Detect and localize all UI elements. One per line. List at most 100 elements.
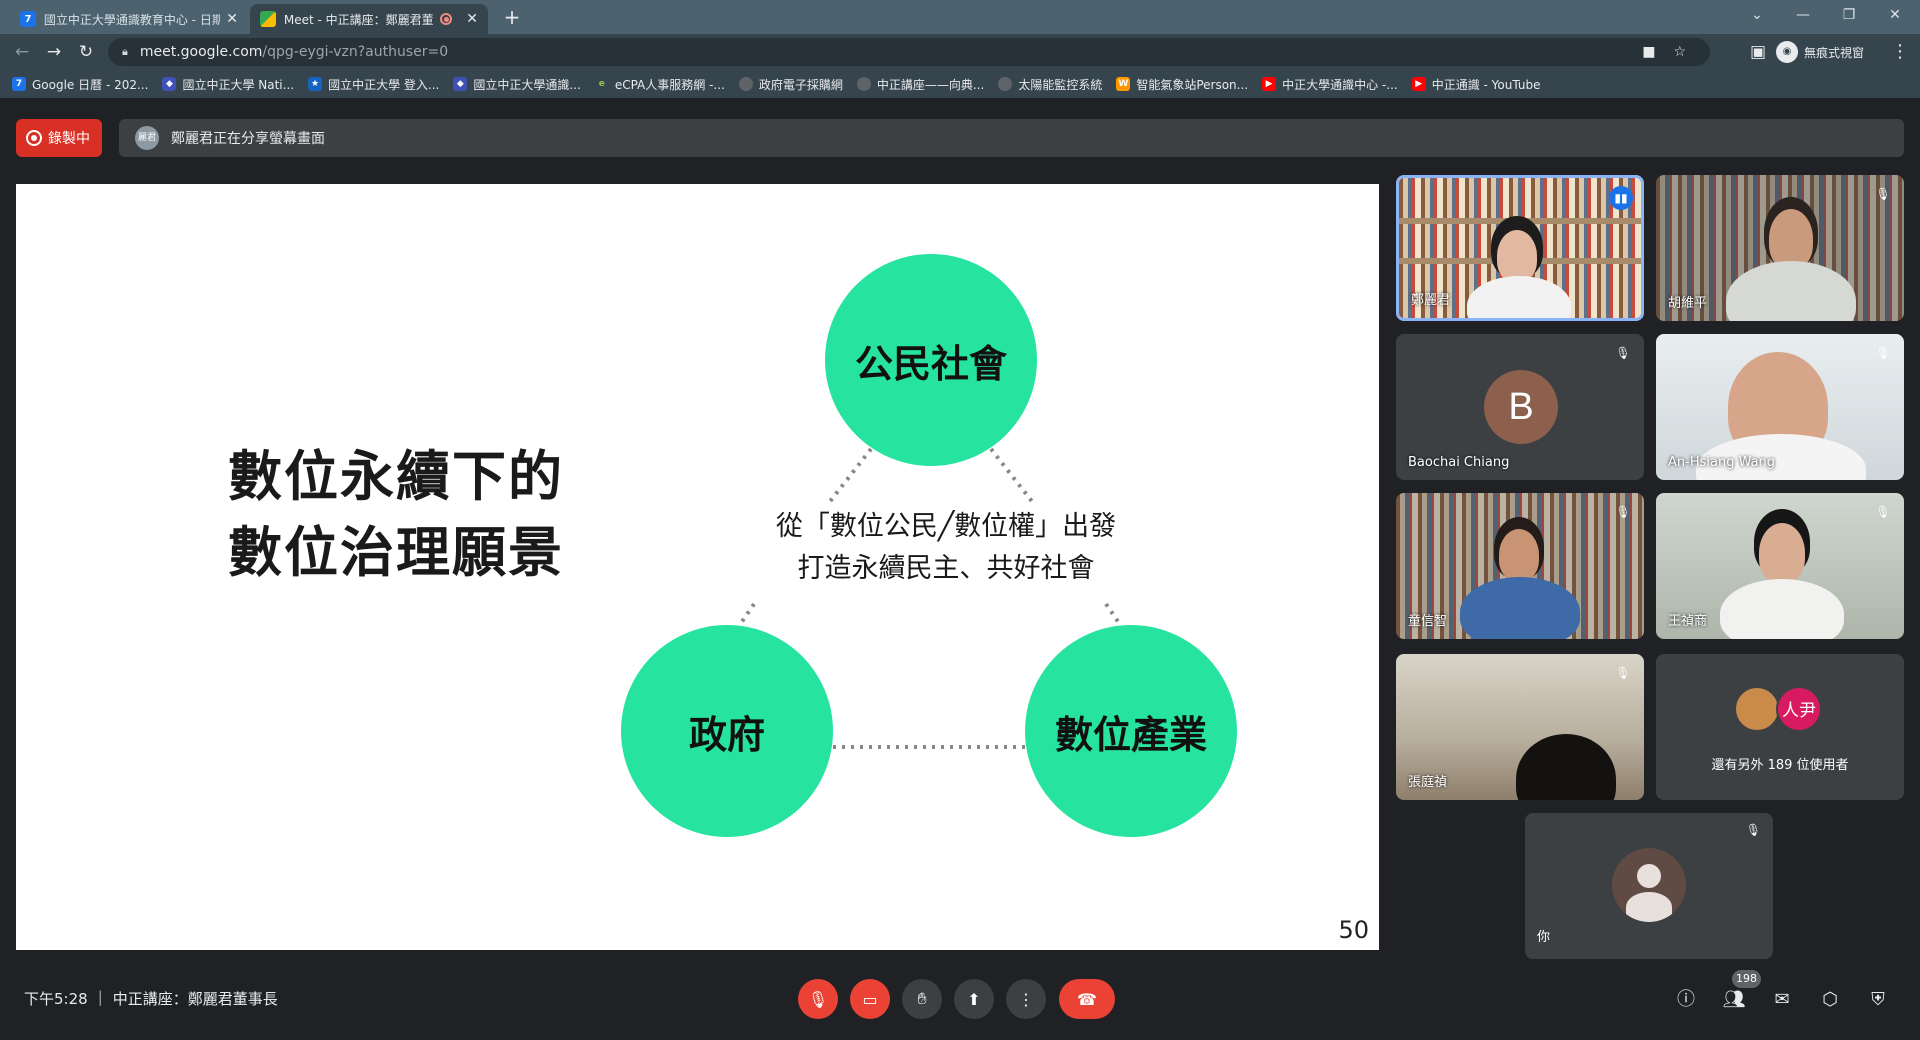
self-tile[interactable]: 🎙︎ 你 <box>1525 813 1773 959</box>
url-path: /qpg-eygi-vzn?authuser=0 <box>262 44 449 60</box>
hand-icon: ✋︎ <box>917 989 927 1008</box>
participant-name: 王禎商 <box>1668 614 1708 629</box>
present-icon: ⬆ <box>967 989 981 1009</box>
browser-menu-icon[interactable]: ⋮ <box>1886 38 1914 66</box>
participant-tile[interactable]: ▮▮ 鄭麗君 <box>1396 175 1644 321</box>
presenter-avatar: 麗君 <box>135 126 159 150</box>
close-icon[interactable]: ✕ <box>226 11 238 27</box>
circle-government: 政府 <box>621 625 833 837</box>
restore-button[interactable]: ❐ <box>1826 0 1872 34</box>
address-bar[interactable]: 🔒︎ meet.google.com/qpg-eygi-vzn?authuser… <box>108 38 1710 66</box>
chat-icon[interactable]: ✉︎ <box>1768 986 1796 1014</box>
participant-face <box>1497 230 1537 282</box>
bookmark-item[interactable]: ◆ 國立中正大學通識... <box>453 76 581 93</box>
globe-icon <box>856 77 871 91</box>
tab-title: 國立中正大學通識教育中心 - 日期 <box>43 12 221 27</box>
meet-icon <box>260 11 276 27</box>
record-icon <box>26 130 42 146</box>
recording-indicator-icon <box>440 13 453 25</box>
leave-call-button[interactable]: ☎︎ <box>1059 979 1115 1019</box>
meeting-title: 中正講座：鄭麗君董事長 <box>112 990 278 1008</box>
participant-avatar <box>1734 686 1780 732</box>
wu-logo-icon: W <box>1116 77 1131 91</box>
globe-icon <box>998 77 1013 91</box>
participant-tile[interactable]: 🎙︎ 王禎商 <box>1656 493 1904 639</box>
incognito-icon: ◉ <box>1776 41 1798 63</box>
participant-name: An-Hsiang Wang <box>1668 455 1776 470</box>
mic-off-icon: 🎙︎ <box>1875 187 1891 201</box>
participant-face <box>1499 529 1539 581</box>
bookmark-item[interactable]: ▶ 中正通識 - YouTube <box>1411 76 1540 93</box>
browser-tab-strip: 7 國立中正大學通識教育中心 - 日期 ✕ Meet - 中正講座：鄭麗君董 ✕… <box>0 0 1920 34</box>
presenting-banner: 麗君 鄭麗君正在分享螢幕畫面 <box>119 119 1904 157</box>
mic-off-icon: 🎙︎ <box>1615 346 1631 360</box>
participant-face <box>1759 523 1805 583</box>
back-button[interactable]: ← <box>8 38 36 66</box>
tab-meet[interactable]: Meet - 中正講座：鄭麗君董 ✕ <box>250 4 488 34</box>
slide-page-number: 50 <box>1338 916 1369 944</box>
bookmark-item[interactable]: W 智能氣象站Person... <box>1116 76 1248 93</box>
others-count-text: 還有另外 189 位使用者 <box>1711 758 1849 773</box>
participant-name: Baochai Chiang <box>1408 455 1510 470</box>
youtube-icon: ▶ <box>1411 77 1426 91</box>
youtube-icon: ▶ <box>1262 77 1277 91</box>
recording-button[interactable]: 錄製中 <box>16 119 102 157</box>
camera-toggle-button[interactable]: ▭ <box>850 979 890 1019</box>
people-count-badge: 198 <box>1732 970 1761 988</box>
bookmark-item[interactable]: ▶ 中正大學通識中心 -... <box>1262 76 1398 93</box>
incognito-profile[interactable]: ◉ 無痕式視窗 <box>1776 39 1864 65</box>
tab-search-icon[interactable]: ⌄ <box>1734 0 1780 34</box>
camera-off-icon: ▭ <box>862 989 878 1009</box>
bookmark-item[interactable]: 中正講座——向典... <box>856 76 984 93</box>
more-options-button[interactable]: ⋮ <box>1006 979 1046 1019</box>
participant-avatar: B <box>1484 370 1558 444</box>
star-icon[interactable]: ☆ <box>1673 44 1686 60</box>
present-screen-button[interactable]: ⬆ <box>954 979 994 1019</box>
presented-slide: 數位永續下的 數位治理願景 公民社會 政府 數位產業 從「數位公民╱數位權」出發… <box>16 184 1379 950</box>
microphone-toggle-button[interactable]: 🎙︎ <box>798 979 838 1019</box>
new-tab-button[interactable]: + <box>498 4 526 32</box>
bookmark-item[interactable]: ◆ 國立中正大學 Nati... <box>162 76 294 93</box>
raise-hand-button[interactable]: ✋︎ <box>902 979 942 1019</box>
tab-calendar[interactable]: 7 國立中正大學通識教育中心 - 日期 ✕ <box>10 4 248 34</box>
people-icon[interactable]: 👥︎ <box>1720 986 1748 1014</box>
diamond-icon: ◆ <box>453 77 468 91</box>
participant-tile[interactable]: 🎙︎ 童信智 <box>1396 493 1644 639</box>
bookmarks-bar: 7 Google 日曆 - 202... ◆ 國立中正大學 Nati... ★ 國立中… <box>0 70 1920 98</box>
activities-icon[interactable]: ⬡ <box>1816 986 1844 1014</box>
participant-tile[interactable]: 🎙︎ 胡維平 <box>1656 175 1904 321</box>
calendar-icon: 7 <box>20 11 36 27</box>
tab-title: Meet - 中正講座：鄭麗君董 <box>283 12 434 27</box>
participant-tile[interactable]: 🎙︎ 張庭禎 <box>1396 654 1644 800</box>
mic-off-icon: 🎙︎ <box>1745 823 1761 837</box>
bookmark-item[interactable]: ★ 國立中正大學 登入... <box>308 76 439 93</box>
close-icon[interactable]: ✕ <box>466 11 478 27</box>
mic-off-icon: 🎙︎ <box>1615 666 1631 680</box>
participant-tile[interactable]: 🎙︎ An-Hsiang Wang <box>1656 334 1904 480</box>
circle-digital-industry: 數位產業 <box>1025 625 1237 837</box>
mic-off-icon: 🎙︎ <box>1615 505 1631 519</box>
reload-button[interactable]: ↻ <box>72 38 100 66</box>
participant-tile[interactable]: B 🎙︎ Baochai Chiang <box>1396 334 1644 480</box>
bookmark-item[interactable]: 政府電子採購網 <box>738 76 843 93</box>
participant-avatar: 人尹 <box>1776 686 1822 732</box>
lock-icon[interactable]: 🔒︎ <box>122 45 128 59</box>
bookmark-item[interactable]: 太陽能監控系統 <box>998 76 1102 93</box>
globe-icon <box>738 77 753 91</box>
profile-label: 無痕式視窗 <box>1804 45 1865 60</box>
minimize-button[interactable]: — <box>1780 0 1826 34</box>
side-panel-icon[interactable]: ▣ <box>1744 38 1772 66</box>
slide-center-text: 從「數位公民╱數位權」出發 打造永續民主、共好社會 <box>775 511 1117 584</box>
circle-civil-society: 公民社會 <box>825 254 1037 466</box>
window-close-button[interactable]: ✕ <box>1872 0 1918 34</box>
participant-body <box>1720 579 1844 639</box>
camera-icon[interactable]: ■ <box>1642 44 1655 60</box>
other-participants-tile[interactable]: 人尹 還有另外 189 位使用者 <box>1656 654 1904 800</box>
forward-button[interactable]: → <box>40 38 68 66</box>
host-controls-icon[interactable]: ⛨ <box>1864 986 1892 1014</box>
participant-name: 童信智 <box>1408 614 1448 629</box>
bookmark-item[interactable]: 7 Google 日曆 - 202... <box>12 76 148 93</box>
meeting-info-icon[interactable]: ⓘ <box>1672 986 1700 1014</box>
bookmark-item[interactable]: e eCPA人事服務網 -... <box>595 76 725 93</box>
default-avatar-icon <box>1612 848 1686 922</box>
